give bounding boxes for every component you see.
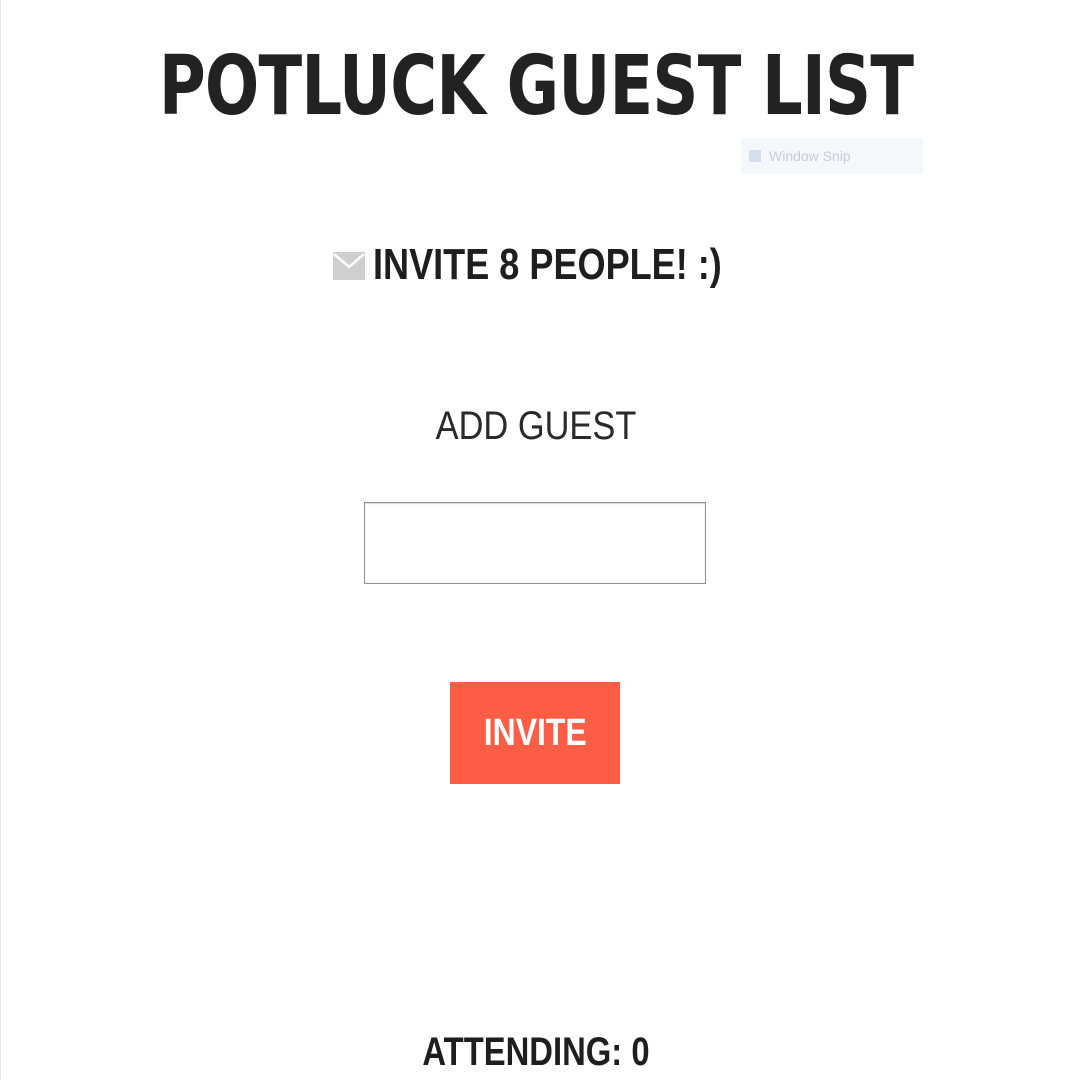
guest-name-input[interactable] bbox=[364, 502, 706, 584]
invite-button-label: INVITE bbox=[483, 711, 587, 754]
page-title: POTLUCK GUEST LIST bbox=[158, 39, 914, 134]
attending-count: ATTENDING: 0 bbox=[422, 1030, 650, 1074]
invite-banner-text: INVITE 8 PEOPLE! :) bbox=[373, 240, 723, 289]
window-snip-overlay: Window Snip bbox=[741, 138, 923, 174]
add-guest-label: ADD GUEST bbox=[435, 404, 637, 448]
invite-banner: INVITE 8 PEOPLE! :) bbox=[1, 240, 1071, 290]
window-snip-label: Window Snip bbox=[769, 148, 851, 164]
envelope-icon bbox=[333, 252, 366, 280]
invite-button[interactable]: INVITE bbox=[450, 682, 620, 784]
guest-list-page: POTLUCK GUEST LIST Window Snip INVITE 8 … bbox=[0, 0, 1080, 1080]
snip-icon bbox=[749, 150, 761, 162]
